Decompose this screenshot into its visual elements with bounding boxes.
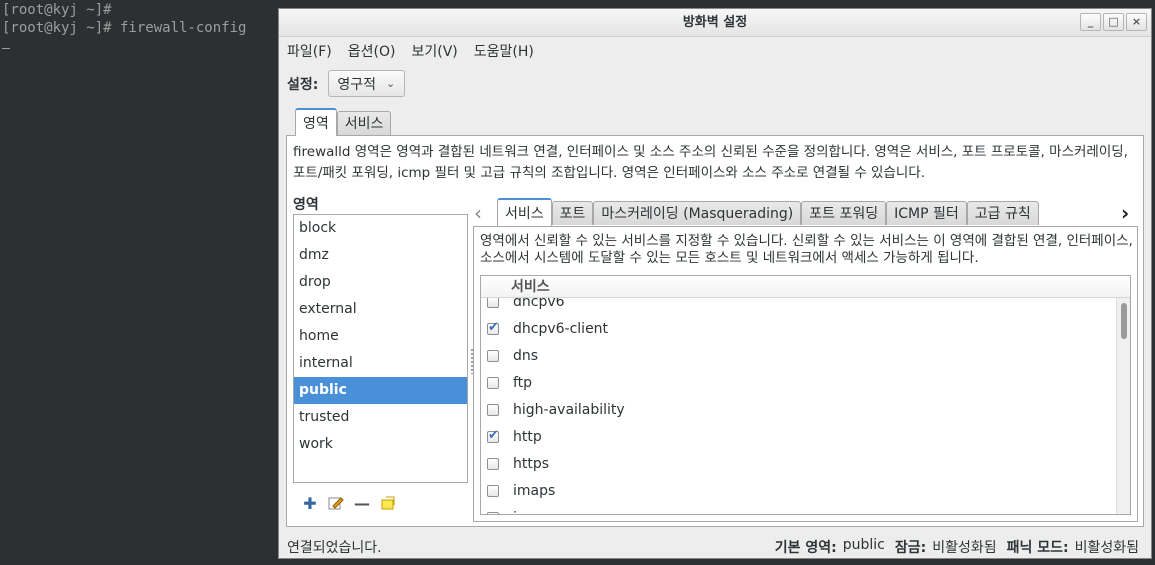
window-title: 방화벽 설정: [682, 15, 748, 30]
settings-row: 설정: 영구적 ⌄: [287, 70, 406, 97]
terminal-line: [root@kyj ~]#: [2, 2, 112, 18]
service-name: dns: [513, 347, 539, 364]
service-checkbox[interactable]: [487, 457, 499, 470]
menu-options[interactable]: 옵션(O): [348, 41, 396, 61]
configuration-dropdown[interactable]: 영구적 ⌄: [328, 70, 406, 97]
table-row[interactable]: imaps: [481, 477, 1117, 504]
zone-list-label: 영역: [293, 197, 319, 213]
menu-bar: 파일(F) 옵션(O) 보기(V) 도움말(H): [287, 41, 534, 61]
zone-item-drop[interactable]: drop: [294, 269, 467, 296]
table-row[interactable]: ipp: [481, 504, 1117, 515]
service-name: high-availability: [513, 401, 625, 418]
firewall-config-window: 방화벽 설정 _ □ × 파일(F) 옵션(O) 보기(V) 도움말(H) 설정…: [278, 8, 1152, 559]
zone-item-internal[interactable]: internal: [294, 350, 467, 377]
minimize-button[interactable]: _: [1080, 13, 1101, 31]
terminal-line: [root@kyj ~]# firewall-config: [2, 20, 247, 36]
service-checkbox[interactable]: [487, 403, 499, 416]
zone-item-block[interactable]: block: [294, 215, 467, 242]
services-scrollbar[interactable]: [1116, 298, 1130, 514]
tab-zone-masquerading[interactable]: 마스커레이딩 (Masquerading): [593, 201, 802, 225]
chevron-left-icon[interactable]: ‹: [474, 201, 482, 225]
tab-zone-rich-rules[interactable]: 고급 규칙: [966, 201, 1039, 225]
service-checkbox[interactable]: [487, 320, 499, 335]
service-name: http: [513, 428, 542, 445]
tab-zone-services[interactable]: 서비스: [497, 198, 552, 226]
services-panel: 영역에서 신뢰할 수 있는 서비스를 지정할 수 있습니다. 신뢰할 수 있는 …: [473, 226, 1138, 522]
tab-zone-port-forwarding[interactable]: 포트 포워딩: [801, 201, 887, 225]
service-name: ftp: [513, 374, 533, 391]
table-row[interactable]: high-availability: [481, 396, 1117, 423]
default-zone-label: 기본 영역:: [774, 540, 837, 556]
tab-zone-ports[interactable]: 포트: [551, 201, 594, 225]
lockdown-label: 잠금:: [894, 540, 927, 556]
chevron-right-icon[interactable]: ›: [1121, 201, 1129, 225]
menu-file[interactable]: 파일(F): [287, 41, 332, 61]
remove-zone-icon[interactable]: —: [353, 494, 371, 513]
zone-item-trusted[interactable]: trusted: [294, 404, 467, 431]
maximize-button[interactable]: □: [1103, 13, 1124, 31]
terminal-window: [root@kyj ~]# [root@kyj ~]# firewall-con…: [0, 0, 280, 565]
tab-zone-icmp-filter[interactable]: ICMP 필터: [886, 201, 967, 225]
settings-label: 설정:: [287, 76, 319, 93]
zone-list[interactable]: block dmz drop external home internal pu…: [293, 214, 468, 483]
zone-toolbar: ✚ —: [301, 494, 397, 513]
table-row[interactable]: ftp: [481, 369, 1117, 396]
zone-settings-tabs: ‹ 서비스 포트 마스커레이딩 (Masquerading) 포트 포워딩 IC…: [473, 198, 1143, 227]
load-defaults-icon[interactable]: [379, 494, 397, 512]
services-column-header[interactable]: 서비스: [481, 276, 1130, 298]
add-zone-icon[interactable]: ✚: [301, 494, 319, 513]
chevron-down-icon: ⌄: [386, 77, 396, 90]
service-checkbox[interactable]: [487, 511, 499, 514]
default-zone-value: public: [842, 537, 885, 553]
table-row[interactable]: https: [481, 450, 1117, 477]
zone-item-external[interactable]: external: [294, 296, 467, 323]
panic-mode-label: 패닉 모드:: [1006, 540, 1069, 556]
panic-mode-value: 비활성화됨: [1074, 540, 1139, 556]
services-table[interactable]: dhcpv6 dhcpv6-client dns ftp: [480, 275, 1131, 515]
terminal-cursor: [2, 48, 10, 49]
zone-item-work[interactable]: work: [294, 431, 467, 458]
tab-zones[interactable]: 영역: [295, 108, 337, 136]
zone-item-public[interactable]: public: [294, 377, 467, 404]
title-bar: 방화벽 설정 _ □ ×: [279, 9, 1151, 37]
service-checkbox[interactable]: [487, 349, 499, 362]
menu-help[interactable]: 도움말(H): [474, 41, 534, 61]
configuration-value: 영구적: [337, 76, 376, 93]
scrollbar-thumb[interactable]: [1121, 303, 1127, 339]
service-name: dhcpv6-client: [513, 320, 609, 337]
tab-services[interactable]: 서비스: [336, 111, 392, 135]
table-row[interactable]: http: [481, 423, 1117, 450]
zone-item-home[interactable]: home: [294, 323, 467, 350]
service-name: https: [513, 455, 550, 472]
service-checkbox[interactable]: [487, 484, 499, 497]
table-row[interactable]: dhcpv6: [481, 298, 1117, 315]
service-name: dhcpv6: [513, 298, 565, 310]
zone-description: firewalld 영역은 영역과 결합된 네트워크 연결, 인터페이스 및 소…: [293, 144, 1128, 181]
table-row[interactable]: dns: [481, 342, 1117, 369]
service-checkbox[interactable]: [487, 428, 499, 443]
connection-status: 연결되었습니다.: [287, 540, 382, 556]
service-name: imaps: [513, 482, 556, 499]
zones-panel: firewalld 영역은 영역과 결합된 네트워크 연결, 인터페이스 및 소…: [286, 135, 1144, 527]
service-name: ipp: [513, 510, 535, 515]
close-button[interactable]: ×: [1126, 13, 1147, 31]
lockdown-value: 비활성화됨: [932, 540, 997, 556]
status-bar: 연결되었습니다. 기본 영역: public 잠금: 비활성화됨 패닉 모드: …: [279, 536, 1151, 558]
zone-item-dmz[interactable]: dmz: [294, 242, 467, 269]
table-row[interactable]: dhcpv6-client: [481, 315, 1117, 342]
main-tabs: 영역 서비스: [295, 108, 392, 136]
services-description: 영역에서 신뢰할 수 있는 서비스를 지정할 수 있습니다. 신뢰할 수 있는 …: [480, 233, 1133, 266]
menu-view[interactable]: 보기(V): [411, 41, 457, 61]
service-checkbox[interactable]: [487, 298, 499, 308]
service-checkbox[interactable]: [487, 376, 499, 389]
edit-zone-icon[interactable]: [327, 494, 345, 512]
